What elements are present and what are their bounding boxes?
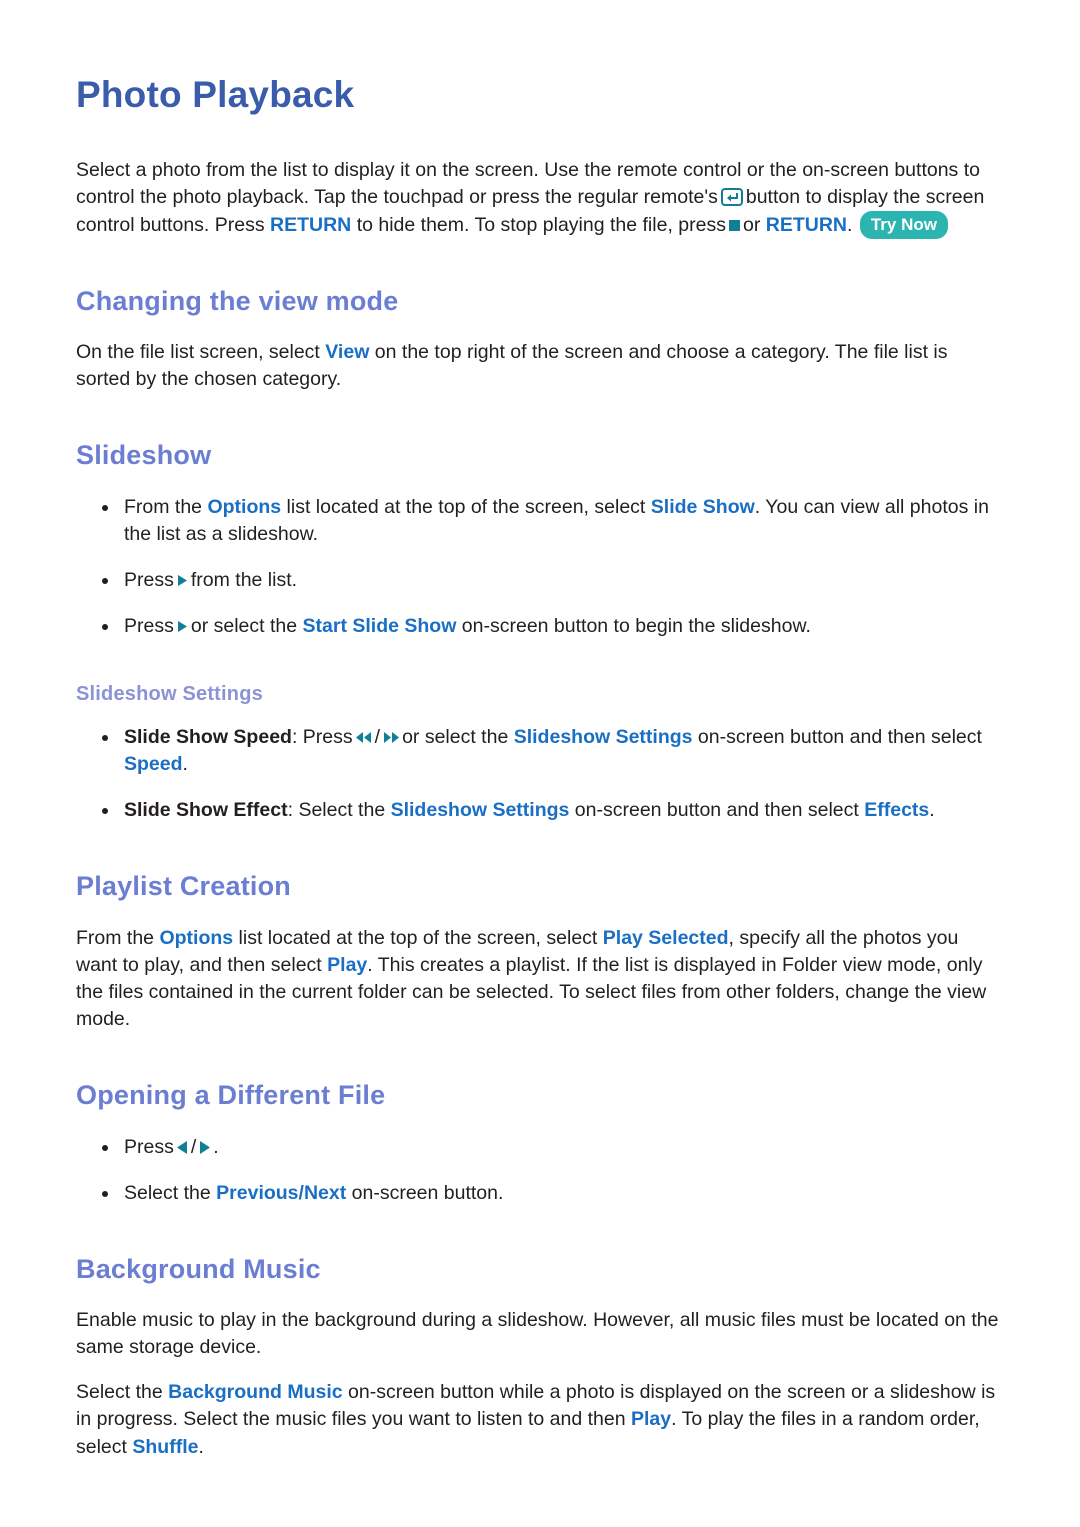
separator: / [190,1135,197,1158]
list-item: From the Options list located at the top… [76,494,1004,548]
previous-icon [176,1136,188,1154]
section-heading-background-music: Background Music [76,1253,321,1284]
shuffle-link[interactable]: Shuffle [132,1436,198,1458]
intro-text-part-4: or [742,213,761,236]
background-music-paragraph-1: Enable music to play in the background d… [76,1309,999,1359]
playlist-text-part-1: From the [76,926,155,949]
slide-show-speed-label: Slide Show Speed [124,726,292,749]
section-heading-playlist-creation: Playlist Creation [76,871,291,902]
separator: / [374,726,381,749]
try-now-badge[interactable]: Try Now [859,210,948,239]
settings-text-part-1: : Press [291,726,353,749]
settings-text-part-2: or select the [402,726,509,749]
enter-button-icon [720,187,743,206]
intro-paragraph: Select a photo from the list to display … [76,157,1004,239]
section-heading-opening-different-file: Opening a Different File [76,1080,386,1111]
rewind-icon [355,725,372,744]
previous-next-link[interactable]: Previous/Next [216,1182,346,1204]
opening-text-part-1: Press [124,1135,174,1158]
return-link-1[interactable]: RETURN [270,214,351,236]
playlist-paragraph: From the Options list located at the top… [76,925,1004,1033]
list-item: Select the Previous/Next on-screen butto… [76,1180,1004,1207]
view-mode-text-part-1: On the file list screen, select [76,341,320,364]
start-slide-show-link[interactable]: Start Slide Show [303,615,457,637]
stop-button-icon [728,219,740,231]
speed-link[interactable]: Speed [124,753,183,775]
intro-text-part-3: to hide them. To stop playing the file, … [356,213,726,236]
slide-show-effect-label: Slide Show Effect [124,799,288,822]
background-music-paragraph-2: Select the Background Music on-screen bu… [76,1379,1004,1460]
bgm-text-part-4: . [198,1435,204,1458]
options-link[interactable]: Options [159,927,233,949]
play-icon [177,614,188,633]
view-mode-paragraph: On the file list screen, select View on … [76,339,1004,393]
bullet-text-part-3: on-screen button to begin the slideshow. [461,615,811,638]
effects-link[interactable]: Effects [864,799,929,821]
bgm-text-part-1: Select the [76,1381,163,1404]
bullet-text-part-2: or select the [190,615,298,638]
opening-text-part-2: . [213,1135,219,1158]
settings-text-part-4: . [182,753,188,776]
slide-show-link[interactable]: Slide Show [651,496,755,518]
next-icon [199,1136,211,1154]
slideshow-settings-link[interactable]: Slideshow Settings [391,799,570,821]
opening-text-part-2: on-screen button. [351,1181,504,1204]
sub-heading-slideshow-settings: Slideshow Settings [76,683,263,706]
play-selected-link[interactable]: Play Selected [603,927,729,949]
background-music-link[interactable]: Background Music [168,1381,342,1403]
settings-text-part-3: on-screen button and then select [697,726,982,749]
playlist-text-part-2: list located at the top of the screen, s… [238,926,598,949]
slideshow-settings-link[interactable]: Slideshow Settings [514,726,693,748]
list-item: Press /. [76,1134,1004,1161]
effect-text-part-2: on-screen button and then select [574,799,859,822]
slideshow-settings-bullet-list: Slide Show Speed: Press / or select the Sl… [76,724,1004,824]
document-page: Photo Playback Select a photo from the l… [0,0,1080,1527]
opening-text-part-1: Select the [124,1181,211,1204]
bullet-text-part-1: From the [124,495,203,518]
play-icon [177,568,188,586]
slideshow-bullet-list: From the Options list located at the top… [76,494,1004,640]
view-link[interactable]: View [325,341,369,363]
effect-text-part-3: . [929,799,935,822]
opening-file-bullet-list: Press /. Select the Previous/Next on-scre… [76,1134,1004,1207]
bullet-text-part-1: Press [124,568,174,591]
list-item: Slide Show Speed: Press / or select the Sl… [76,724,1004,778]
fast-forward-icon [383,725,400,744]
section-heading-view-mode: Changing the view mode [76,285,399,316]
play-link[interactable]: Play [327,954,367,976]
bullet-text-part-2: list located at the top of the screen, s… [286,495,646,518]
list-item: Press or select the Start Slide Show on-s… [76,613,1004,640]
bullet-text-part-2: from the list. [190,568,298,591]
bullet-text-part-1: Press [124,615,174,638]
list-item: Press from the list. [76,567,1004,594]
section-heading-slideshow: Slideshow [76,440,212,471]
page-title: Photo Playback [76,74,355,115]
effect-text-part-1: : Select the [287,799,386,822]
list-item: Slide Show Effect: Select the Slideshow … [76,797,1004,824]
options-link[interactable]: Options [207,496,281,518]
intro-period: . [846,213,853,236]
play-link[interactable]: Play [631,1408,671,1430]
return-link-2[interactable]: RETURN [766,214,847,236]
